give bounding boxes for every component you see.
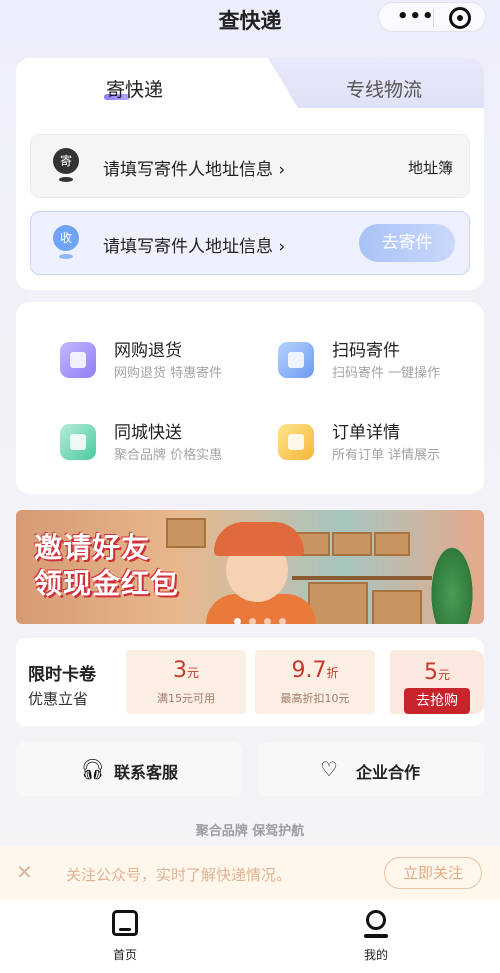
banner-shelf: [292, 576, 432, 580]
banner-plant: [428, 540, 476, 624]
service-online-return[interactable]: 网购退货 网购退货 特惠寄件: [60, 336, 280, 396]
pagination-dot: [264, 618, 271, 624]
tab-send-express[interactable]: 寄快递: [16, 58, 286, 108]
coupon-3-yuan[interactable]: 3元 满15元可用: [126, 650, 246, 714]
sender-address-row[interactable]: 寄 请填写寄件人地址信息 › 地址簿: [30, 134, 470, 198]
tab-label: 专线物流: [346, 79, 423, 101]
pin-shadow: [59, 254, 73, 259]
receiver-address-row[interactable]: 收 请填写寄件人地址信息 › 去寄件: [30, 211, 470, 275]
service-name: 网购退货: [114, 341, 182, 361]
customer-service-button[interactable]: 🎧︎ 联系客服: [16, 742, 242, 796]
coupon-unit: 元: [437, 668, 450, 682]
pagination-dot: [249, 618, 256, 624]
handshake-heart-icon: ♡: [320, 757, 338, 781]
banner-subheadline: 领现金红包: [34, 567, 180, 600]
receiver-address-prompt: 请填写寄件人地址信息 ›: [103, 237, 286, 257]
home-icon: [112, 910, 138, 936]
target-icon[interactable]: [449, 7, 471, 29]
pagination-dot: [234, 618, 241, 624]
nav-bar: 查快递 •••: [0, 0, 500, 40]
go-send-button[interactable]: 去寄件: [359, 224, 455, 262]
user-icon-base: [364, 934, 388, 938]
coupon-value: 5元: [390, 660, 484, 685]
banner-box: [166, 518, 206, 548]
coupon-amount: 3: [172, 658, 187, 683]
banner-box: [374, 532, 410, 556]
customer-service-label: 联系客服: [114, 763, 179, 782]
banner-pagination: [234, 610, 314, 624]
address-book-link[interactable]: 地址簿: [408, 157, 453, 178]
sender-pin-icon: 寄: [53, 148, 79, 174]
receiver-pin-icon: 收: [53, 225, 79, 251]
banner-courier-cap: [214, 522, 304, 556]
follow-prompt: 关注公众号，实时了解快递情况。: [66, 866, 292, 884]
banner-box: [332, 532, 372, 556]
service-desc: 网购退货 特惠寄件: [114, 366, 223, 381]
close-icon[interactable]: ✕: [16, 860, 33, 884]
tab-mine[interactable]: 我的: [336, 908, 416, 968]
express-card: 寄快递 专线物流 寄 请填写寄件人地址信息 › 地址簿 收 请填写寄件人地址信息…: [16, 58, 484, 290]
banner-box: [372, 590, 422, 624]
banner-headline: 邀请好友: [34, 531, 151, 564]
coupon-5-yuan[interactable]: 5元 去抢购: [390, 650, 484, 714]
coupons-title: 限时卡卷: [28, 665, 96, 685]
scan-icon: [278, 342, 314, 378]
mini-program-capsule: •••: [378, 2, 486, 32]
banner-box: [308, 582, 368, 624]
coupon-amount: 9.7: [291, 658, 327, 683]
order-icon: [278, 424, 314, 460]
service-desc: 聚合品牌 价格实惠: [114, 448, 223, 463]
service-desc: 扫码寄件 一键操作: [332, 366, 441, 381]
city-delivery-icon: [60, 424, 96, 460]
tab-mine-label: 我的: [363, 948, 388, 962]
services-card: 网购退货 网购退货 特惠寄件 扫码寄件 扫码寄件 一键操作 同城快送 聚合品牌 …: [16, 302, 484, 494]
brand-slogan: 聚合品牌 保驾护航: [195, 824, 305, 839]
tab-home-label: 首页: [112, 948, 137, 962]
more-dots-icon[interactable]: •••: [397, 6, 435, 27]
coupon-unit: 折: [326, 666, 339, 680]
bottom-tab-bar: 首页 我的: [0, 900, 500, 973]
coupon-condition: 最高折扣10元: [280, 692, 350, 705]
coupon-9-7-discount[interactable]: 9.7折 最高折扣10元: [255, 650, 375, 714]
service-order-details[interactable]: 订单详情 所有订单 详情展示: [278, 418, 498, 478]
coupon-condition: 满15元可用: [157, 692, 215, 705]
headset-icon: 🎧︎: [80, 757, 106, 781]
grab-coupon-button[interactable]: 去抢购: [404, 688, 470, 714]
limited-coupons-card: 限时卡卷 优惠立省 3元 满15元可用 9.7折 最高折扣10元 5元 去抢购: [16, 638, 484, 726]
return-bag-icon: [60, 342, 96, 378]
coupon-amount: 5: [423, 660, 438, 685]
service-city-delivery[interactable]: 同城快送 聚合品牌 价格实惠: [60, 418, 280, 478]
tab-dedicated-logistics[interactable]: 专线物流: [268, 58, 484, 108]
tab-home[interactable]: 首页: [85, 908, 165, 968]
coupon-unit: 元: [186, 666, 199, 680]
service-name: 同城快送: [114, 423, 182, 443]
follow-official-account-bar: ✕ 关注公众号，实时了解快递情况。 立即关注: [0, 846, 500, 900]
invite-friends-banner[interactable]: 邀请好友 领现金红包: [16, 510, 484, 624]
coupon-value: 3元: [126, 658, 246, 683]
business-cooperation-label: 企业合作: [356, 763, 421, 782]
pagination-dot: [279, 618, 286, 624]
business-cooperation-button[interactable]: ♡ 企业合作: [258, 742, 484, 796]
tab-label: 寄快递: [106, 79, 164, 101]
capsule-divider: [433, 9, 434, 27]
service-name: 扫码寄件: [332, 341, 400, 361]
service-scan-send[interactable]: 扫码寄件 扫码寄件 一键操作: [278, 336, 498, 396]
service-desc: 所有订单 详情展示: [332, 448, 441, 463]
service-name: 订单详情: [332, 423, 400, 443]
coupons-subtitle: 优惠立省: [28, 690, 89, 708]
sender-address-prompt: 请填写寄件人地址信息 ›: [103, 160, 286, 180]
pin-shadow: [59, 177, 73, 182]
user-icon: [366, 910, 386, 930]
follow-now-button[interactable]: 立即关注: [384, 857, 482, 889]
coupon-value: 9.7折: [255, 658, 375, 683]
